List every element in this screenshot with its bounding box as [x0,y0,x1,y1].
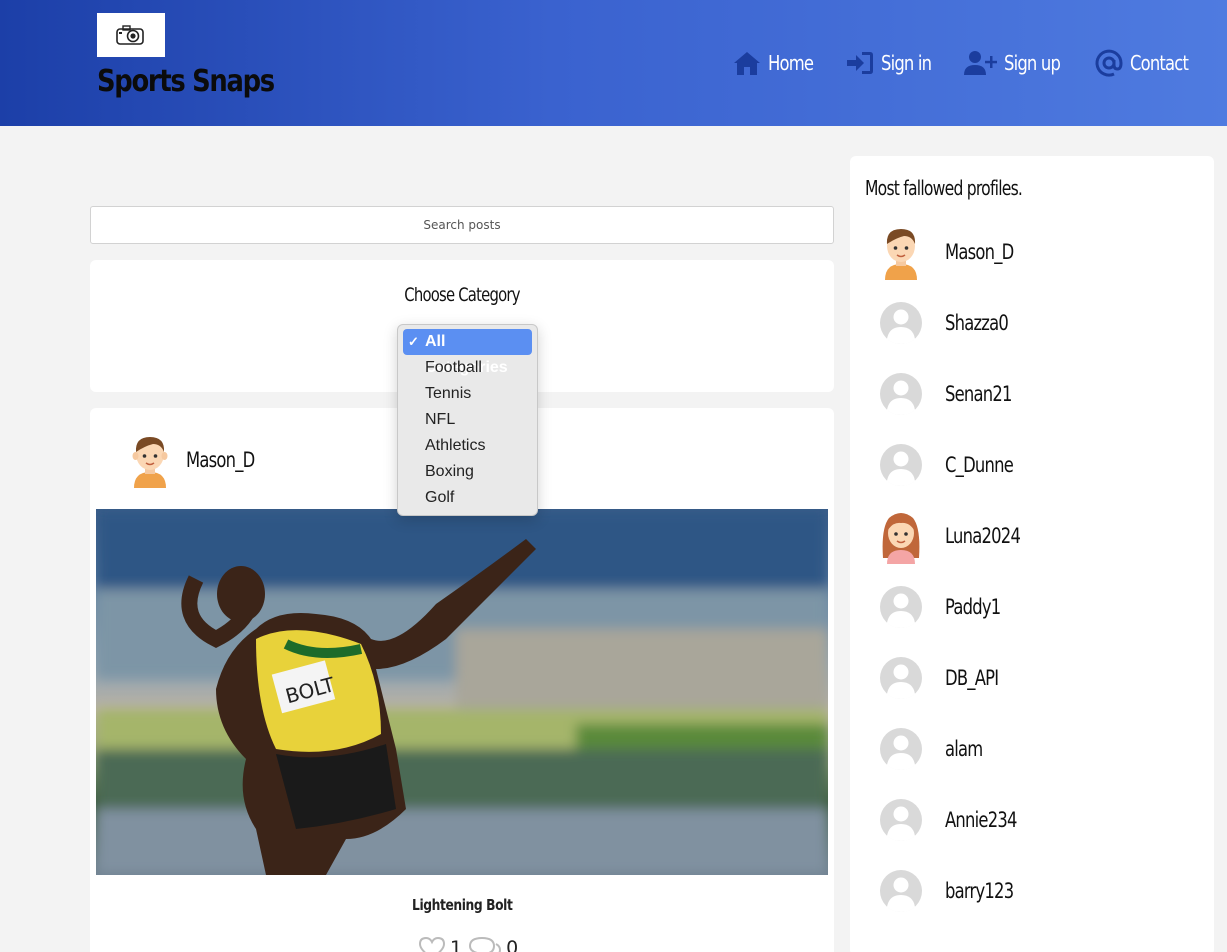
heart-icon[interactable] [418,936,446,952]
profile-name: Shazza0 [945,311,1009,335]
most-followed-sidebar: Most fallowed profiles. Mason_D Shazza0 … [850,156,1214,952]
post-author-name: Mason_D [186,448,255,472]
category-title-text: Choose Category [404,284,520,306]
profile-item[interactable]: DB_API [879,650,1013,706]
default-avatar-icon [880,302,922,344]
default-avatar-icon [880,444,922,486]
default-avatar-icon [880,373,922,415]
profile-name: Mason_D [945,240,1014,264]
post-author[interactable]: Mason_D [124,432,274,488]
profile-item[interactable]: barry123 [879,863,1033,919]
category-option-label: Boxing [425,463,474,480]
search-input[interactable] [90,206,834,244]
category-option[interactable]: Boxing [403,459,532,485]
nav-home-label: Home [767,51,814,75]
profile-item[interactable]: Mason_D [879,224,1033,280]
nav-sign-up[interactable]: Sign up [963,48,1072,78]
category-option[interactable]: NFL [403,407,532,433]
profile-item[interactable]: Paddy1 [879,579,1016,635]
profile-item[interactable]: C_Dunne [879,437,1032,493]
girl-avatar-icon [882,513,920,564]
category-option[interactable]: ✓ All Categories [403,329,532,376]
category-option[interactable]: Football [403,355,532,381]
category-option-label: Football [425,359,482,376]
profile-name: DB_API [945,666,999,690]
category-select-menu[interactable]: ✓ All Categories Football Tennis NFL Athl… [397,324,538,516]
default-avatar-icon [880,586,922,628]
category-option-label: Tennis [425,385,472,402]
profile-name: alam [945,737,983,761]
nav-sign-in-label: Sign in [880,51,932,75]
like-count: 1 [450,937,463,952]
category-option-label: Golf [425,489,455,506]
profile-item[interactable]: Senan21 [879,366,1030,422]
comment-icon[interactable] [468,936,502,952]
category-option[interactable]: Athletics [403,433,532,459]
profile-item[interactable]: Annie234 [879,792,1037,848]
default-avatar-icon [880,657,922,699]
default-avatar-icon [880,870,922,912]
default-avatar-icon [880,799,922,841]
category-option-label: NFL [425,411,456,428]
logo[interactable] [97,13,165,57]
at-icon [1095,49,1123,77]
profile-name: Luna2024 [945,524,1021,548]
profile-item[interactable]: alam [879,721,993,777]
nav-contact-label: Contact [1130,51,1189,75]
category-option[interactable]: Golf [403,485,532,511]
category-title: Choose Category [90,284,834,306]
nav-sign-in[interactable]: Sign in [845,48,942,78]
post-image[interactable]: BOLT [96,509,828,875]
profile-item[interactable]: Shazza0 [879,295,1026,351]
category-option-label: Athletics [425,437,486,454]
nav-contact[interactable]: Contact [1094,48,1201,78]
boy-avatar-icon [132,437,168,488]
category-option[interactable]: Tennis [403,381,532,407]
brand-name: Sports Snaps [97,64,275,99]
site-header: Sports Snaps Home Sign in Sign up Contac… [0,0,1227,126]
user-plus-icon [963,51,997,75]
profile-name: Senan21 [945,382,1012,406]
camera-icon [116,25,144,45]
profile-name: Annie234 [945,808,1017,832]
home-icon [733,52,760,75]
profile-item[interactable]: Luna2024 [879,508,1041,564]
athlete-photo: BOLT [96,509,828,875]
default-avatar-icon [880,728,922,770]
nav-home[interactable]: Home [732,48,823,78]
post-stats: 1 0 [418,936,524,952]
profile-name: barry123 [945,879,1014,903]
main-nav: Home Sign in Sign up Contact [710,46,1201,80]
sidebar-title: Most fallowed profiles. [865,176,1023,200]
post-title-text: Lightening Bolt [411,896,513,914]
comment-count: 0 [506,937,519,952]
profile-name: Paddy1 [945,595,1001,619]
profile-name: C_Dunne [945,453,1014,477]
post-title: Lightening Bolt [90,896,834,914]
nav-sign-up-label: Sign up [1003,51,1061,75]
checkmark-icon: ✓ [408,334,419,349]
sign-in-icon [846,52,873,74]
boy-avatar-icon [885,229,917,280]
